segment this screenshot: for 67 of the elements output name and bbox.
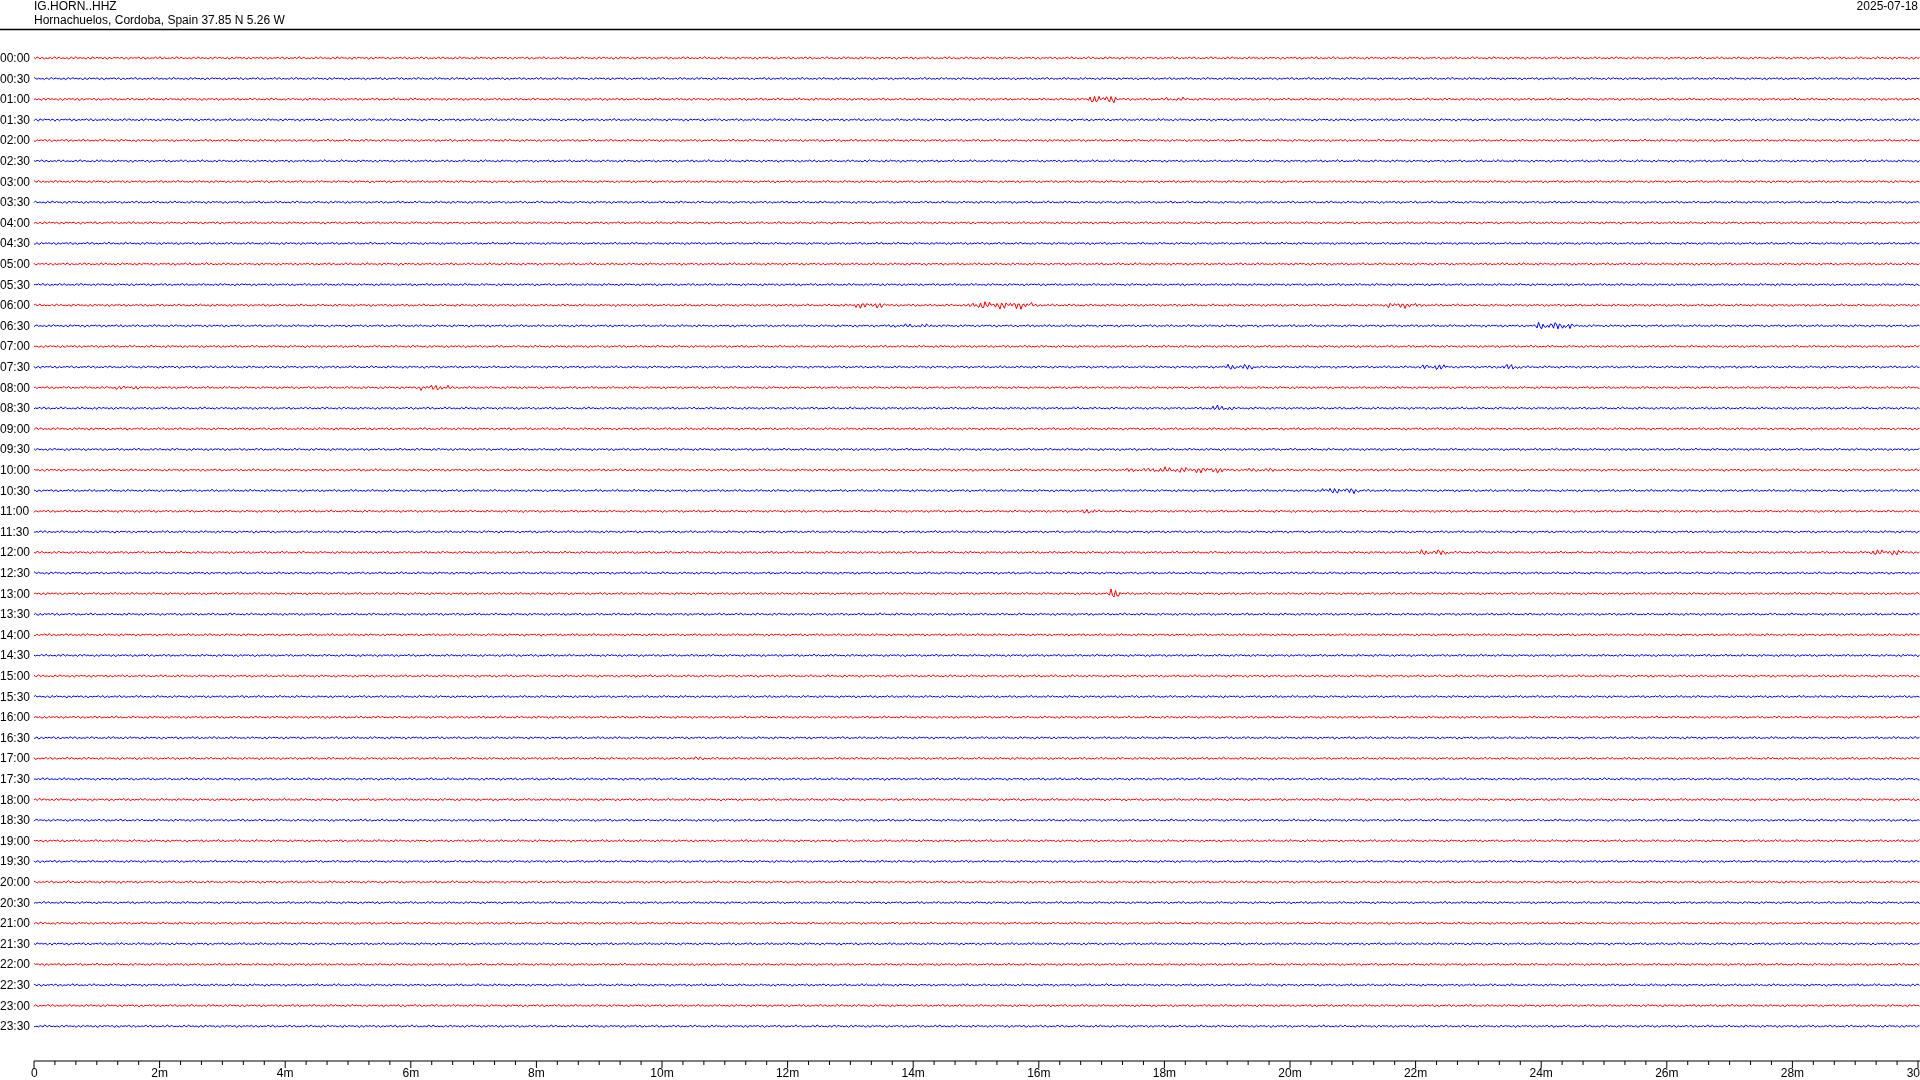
time-label: 04:30 xyxy=(0,236,31,251)
time-label: 03:30 xyxy=(0,195,31,210)
time-label: 18:00 xyxy=(0,792,31,807)
time-label: 06:30 xyxy=(0,318,31,333)
time-label: 19:00 xyxy=(0,833,31,848)
date-label: 2025-07-18 xyxy=(1856,0,1918,13)
axis-label: 4m xyxy=(276,1066,294,1080)
time-label: 21:00 xyxy=(0,916,31,931)
time-label: 13:30 xyxy=(0,607,31,622)
time-label: 20:00 xyxy=(0,875,31,889)
station-location: Hornachuelos, Cordoba, Spain 37.85 N 5.26 W xyxy=(34,13,285,27)
time-label: 21:30 xyxy=(0,936,31,951)
time-label: 01:00 xyxy=(0,92,31,107)
axis-label: 6m xyxy=(402,1066,420,1080)
time-label: 11:30 xyxy=(0,524,30,539)
time-label: 20:30 xyxy=(0,895,31,910)
axis-label: 14m xyxy=(901,1066,925,1080)
time-label: 01:30 xyxy=(0,112,31,127)
time-label: 18:30 xyxy=(0,813,31,828)
time-label: 08:00 xyxy=(0,380,31,395)
time-label: 23:00 xyxy=(0,998,31,1013)
axis-label: 26m xyxy=(1655,1066,1679,1080)
axis-label: 24m xyxy=(1529,1066,1553,1080)
axis-label: 20m xyxy=(1278,1066,1302,1080)
time-label: 09:30 xyxy=(0,442,31,457)
time-label: 09:00 xyxy=(0,421,31,436)
time-label: 15:30 xyxy=(0,689,31,704)
time-label: 07:00 xyxy=(0,339,31,354)
axis-label: 28m xyxy=(1780,1066,1805,1080)
time-label: 05:30 xyxy=(0,277,31,292)
time-label: 14:00 xyxy=(0,627,31,642)
time-label: 00:00 xyxy=(0,51,31,65)
axis-label: 22m xyxy=(1403,1066,1428,1080)
axis-label: 8m xyxy=(528,1066,545,1080)
time-label: 04:00 xyxy=(0,215,31,230)
time-label: 00:30 xyxy=(0,71,31,86)
time-label: 06:00 xyxy=(0,298,31,313)
time-label: 17:00 xyxy=(0,751,31,766)
time-label: 22:30 xyxy=(0,978,31,992)
time-label: 15:00 xyxy=(0,669,31,683)
axis-label: 30 xyxy=(1906,1066,1920,1080)
time-label: 08:30 xyxy=(0,401,31,416)
time-label: 16:30 xyxy=(0,730,31,745)
time-label: 11:00 xyxy=(0,504,30,519)
time-label: 13:00 xyxy=(0,586,31,601)
time-label: 10:00 xyxy=(0,463,31,477)
time-label: 07:30 xyxy=(0,360,31,374)
axis-label: 12m xyxy=(775,1066,800,1080)
time-label: 19:30 xyxy=(0,854,31,869)
axis-label: 18m xyxy=(1152,1066,1177,1080)
time-label: 10:30 xyxy=(0,483,31,498)
time-label: 05:00 xyxy=(0,257,31,271)
axis-label: 16m xyxy=(1027,1066,1051,1080)
axis-label: 2m xyxy=(151,1066,168,1080)
axis-label: 0 xyxy=(31,1066,38,1080)
time-label: 17:30 xyxy=(0,772,31,786)
time-label: 16:00 xyxy=(0,710,31,725)
time-label: 14:30 xyxy=(0,648,31,663)
time-label: 03:00 xyxy=(0,174,31,189)
time-label: 22:00 xyxy=(0,957,31,972)
time-label: 02:00 xyxy=(0,133,31,148)
time-label: 23:30 xyxy=(0,1019,31,1034)
axis-label: 10m xyxy=(650,1066,674,1080)
time-label: 02:30 xyxy=(0,154,31,168)
station-code: IG.HORN..HHZ xyxy=(34,0,117,13)
time-label: 12:00 xyxy=(0,545,31,560)
time-label: 12:30 xyxy=(0,566,31,580)
